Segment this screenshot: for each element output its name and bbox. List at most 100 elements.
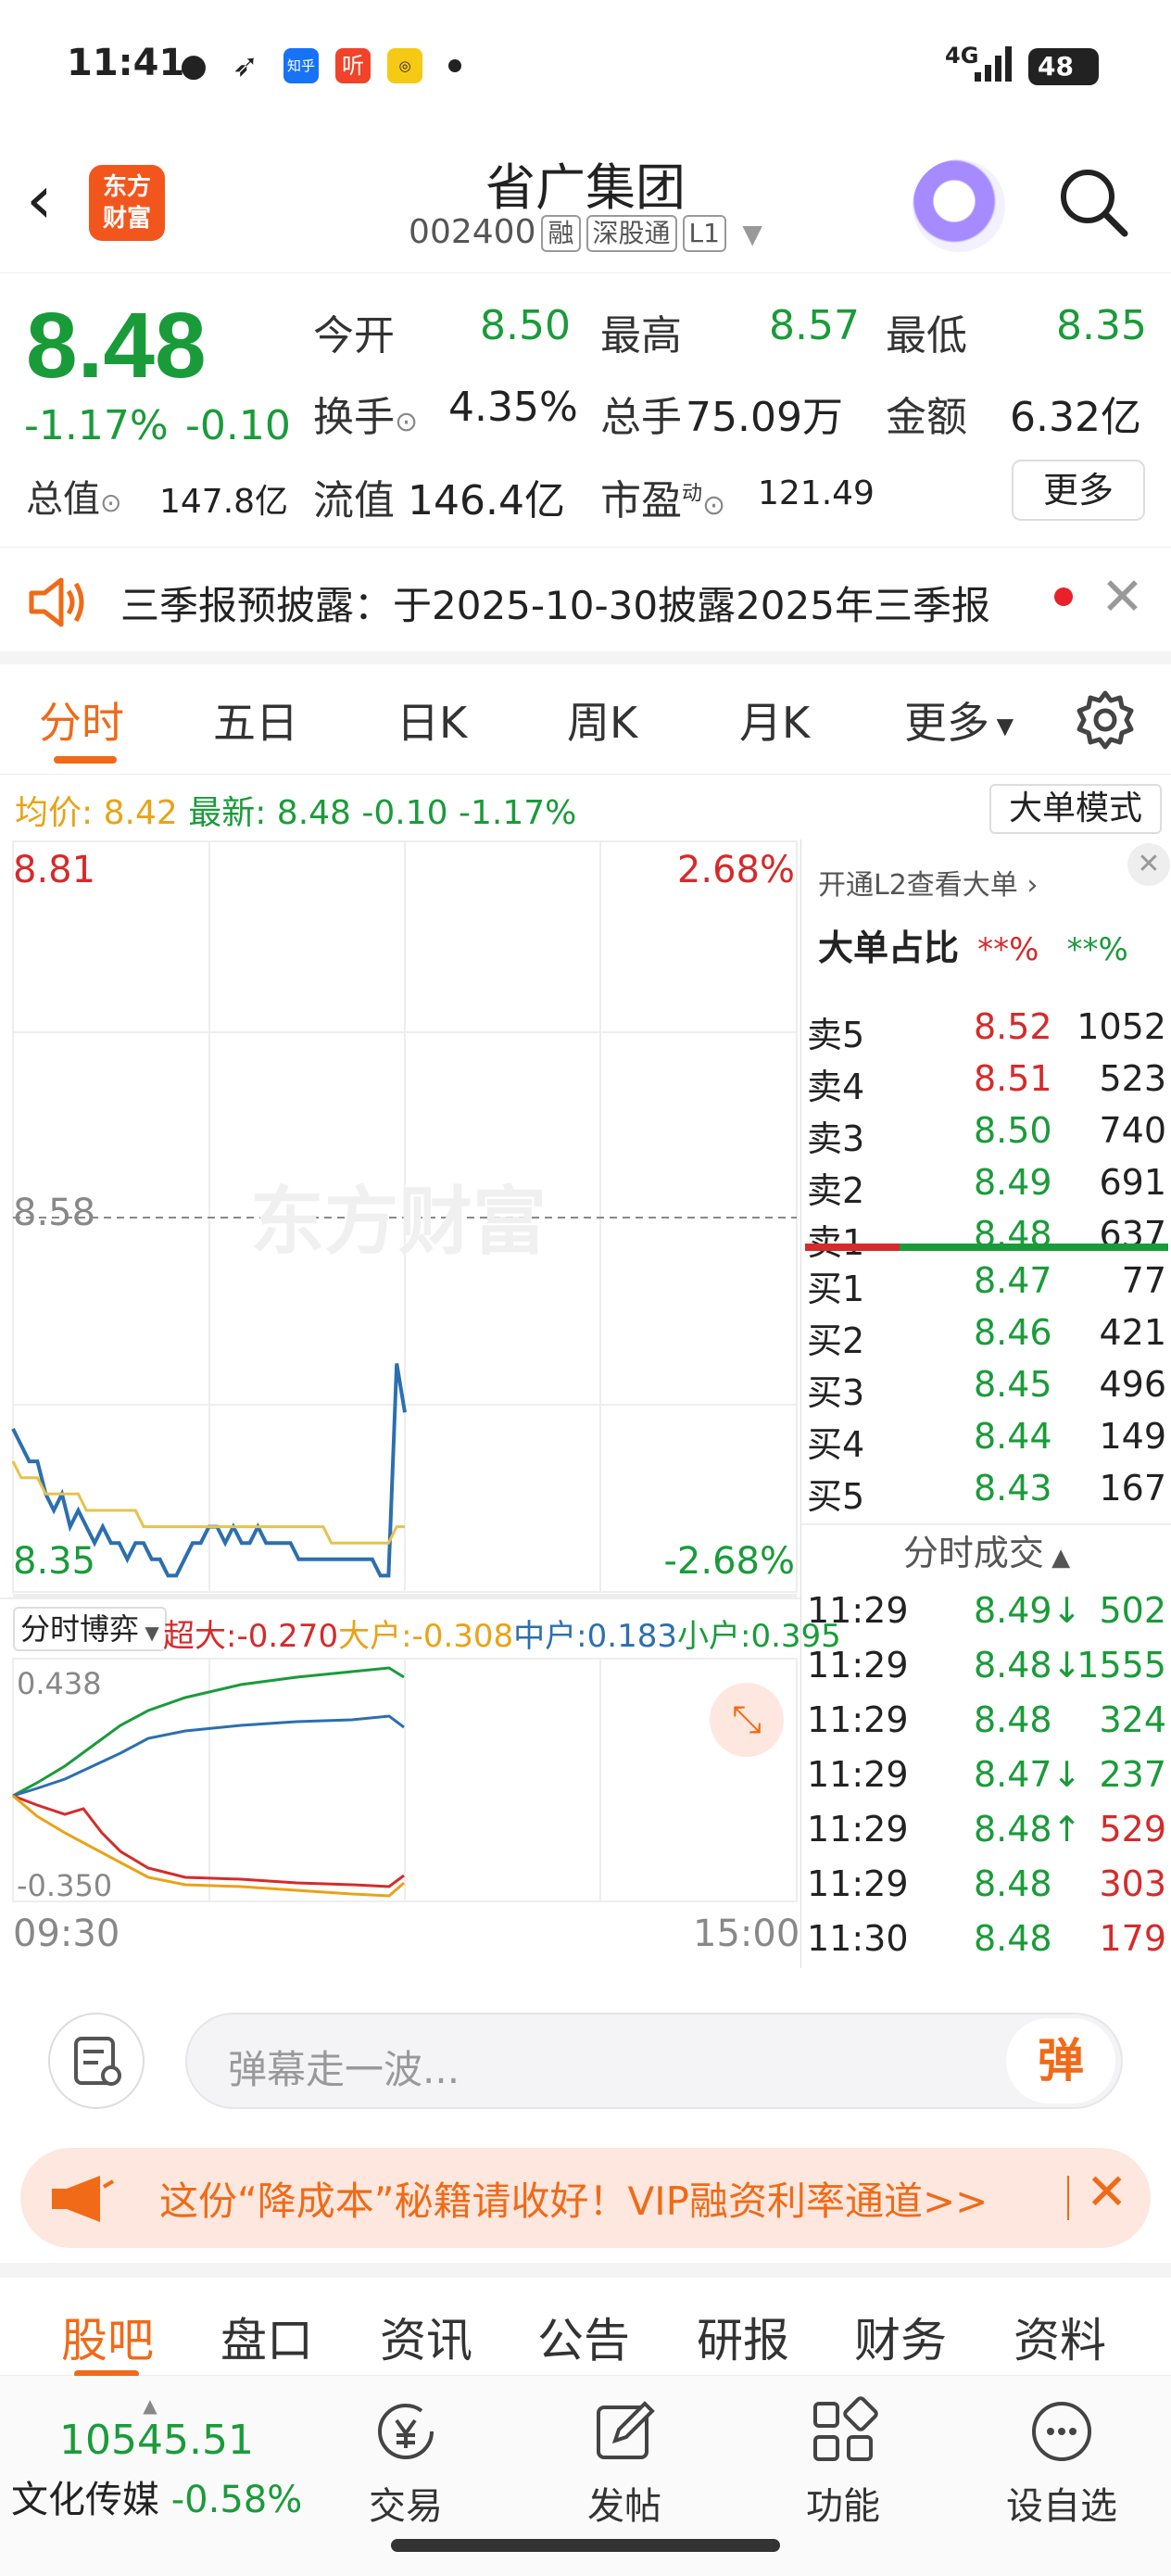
close-icon[interactable]: ✕ bbox=[1086, 2163, 1127, 2221]
bid-label: 买1 bbox=[807, 1269, 865, 1309]
bid-volume: 167 bbox=[1099, 1468, 1166, 1509]
current-price: 8.48 bbox=[26, 294, 207, 398]
close-icon[interactable]: ✕ bbox=[1127, 843, 1170, 886]
axis-pct-min: -2.68% bbox=[663, 1540, 795, 1583]
ask-label: 卖4 bbox=[807, 1067, 865, 1107]
ask-volume: 691 bbox=[1099, 1162, 1166, 1203]
feishu-icon: ➶ bbox=[232, 47, 259, 84]
sector-index[interactable]: ▲ 10545.51 文化传媒 -0.58% bbox=[11, 2394, 308, 2523]
speaker-icon bbox=[29, 577, 84, 627]
latest-price: 8.48 bbox=[276, 794, 351, 832]
ticks-header[interactable]: 分时成交 ▲ bbox=[801, 1523, 1171, 1583]
tab-intraday[interactable]: 分时 bbox=[39, 689, 124, 751]
danmu-list-icon[interactable] bbox=[48, 2013, 145, 2109]
flow-chart[interactable]: 0.438 -0.350 ⤡ bbox=[0, 1657, 800, 1907]
tab-five-day[interactable]: 五日 bbox=[213, 689, 298, 751]
search-icon[interactable] bbox=[1056, 165, 1130, 239]
more-button[interactable]: 更多 bbox=[1012, 460, 1145, 521]
tab-profile[interactable]: 资料 bbox=[1014, 2304, 1106, 2370]
tab-news[interactable]: 资讯 bbox=[380, 2304, 472, 2370]
tick-volume: 1555 bbox=[1077, 1645, 1166, 1686]
summary-text: 均价: 8.42 最新: 8.48 -0.10 -1.17% bbox=[15, 794, 577, 832]
l2-banner[interactable]: 开通L2查看大单 › bbox=[818, 862, 1038, 903]
signal-icon bbox=[975, 46, 1012, 82]
tab-guba[interactable]: 股吧 bbox=[61, 2304, 154, 2370]
chart-watermark: 东方财富 bbox=[250, 1179, 547, 1265]
axis-price-min: 8.35 bbox=[13, 1540, 96, 1583]
nav-watchlist[interactable]: 设自选 bbox=[978, 2394, 1145, 2530]
danmu-input[interactable]: 弹幕走一波... 弹 bbox=[185, 2013, 1123, 2109]
intraday-chart[interactable]: 东方财富 8.81 2.68% 8.58 8.35 -2.68% bbox=[0, 840, 800, 1597]
intraday-chart-svg: 东方财富 bbox=[11, 840, 798, 1597]
ask-row: 卖5 8.52 1052 bbox=[801, 1006, 1171, 1058]
tab-daily-k[interactable]: 日K bbox=[397, 689, 467, 751]
ask-label: 卖5 bbox=[807, 1015, 865, 1055]
promo-banner[interactable]: 这份“降成本”秘籍请收好！VIP融资利率通道>> ✕ bbox=[20, 2148, 1151, 2248]
tick-volume: 237 bbox=[1099, 1754, 1166, 1795]
stock-header: ‹ 东方 财富 省广集团 002400 融深股通 L1 ▼ bbox=[0, 139, 1171, 273]
bid-row: 买5 8.43 167 bbox=[801, 1468, 1171, 1520]
tab-monthly-k[interactable]: 月K bbox=[739, 689, 810, 751]
battery-icon: 48 bbox=[1028, 48, 1099, 85]
tick-row: 11:29 8.48 324 bbox=[801, 1699, 1171, 1751]
tick-time: 11:29 bbox=[807, 1590, 909, 1631]
ask-label: 卖2 bbox=[807, 1170, 865, 1211]
stock-code: 002400 bbox=[409, 213, 536, 251]
flow-legend: 超大:-0.270大户:-0.308中户:0.183小户:0.395 bbox=[163, 1618, 841, 1655]
expand-icon[interactable]: ⤡ bbox=[710, 1683, 784, 1757]
tick-time: 11:29 bbox=[807, 1699, 909, 1740]
float-label: 流值 bbox=[313, 477, 395, 524]
nav-post[interactable]: 发帖 bbox=[541, 2394, 708, 2530]
section-tabs: 股吧 盘口 资讯 公告 研报 财务 资料 bbox=[0, 2263, 1171, 2378]
edit-icon bbox=[597, 2401, 655, 2459]
assistant-robot-icon[interactable] bbox=[913, 159, 1005, 252]
tab-more[interactable]: 更多 ▼ bbox=[904, 689, 1014, 751]
tick-time: 11:29 bbox=[807, 1809, 909, 1850]
tab-announcement[interactable]: 公告 bbox=[537, 2304, 630, 2370]
nav-function[interactable]: 功能 bbox=[760, 2394, 926, 2530]
tick-row: 11:29 8.48 303 bbox=[801, 1863, 1171, 1915]
message-icon bbox=[74, 2037, 121, 2086]
amount-label: 金额 bbox=[886, 394, 967, 441]
flow-axis-max: 0.438 bbox=[17, 1666, 102, 1701]
mktcap-value: 147.8亿 bbox=[159, 483, 289, 521]
danmu-send-button[interactable]: 弹 bbox=[1006, 2018, 1115, 2103]
big-order-mode-button[interactable]: 大单模式 bbox=[989, 784, 1162, 834]
danmu-placeholder: 弹幕走一波... bbox=[228, 2047, 460, 2092]
time-start: 09:30 bbox=[13, 1913, 120, 1955]
status-time: 11:41 bbox=[67, 42, 185, 84]
index-name: 文化传媒 bbox=[11, 2479, 159, 2521]
turnover-value: 4.35% bbox=[448, 384, 578, 431]
tab-finance[interactable]: 财务 bbox=[854, 2304, 947, 2370]
flow-chart-svg bbox=[12, 1658, 798, 1902]
tick-time: 11:29 bbox=[807, 1754, 909, 1795]
ask-row: 卖4 8.51 523 bbox=[801, 1058, 1171, 1110]
mktcap-label: 总值⊙ bbox=[26, 478, 122, 521]
trade-yen-icon bbox=[378, 2404, 434, 2459]
flow-axis-min: -0.350 bbox=[17, 1868, 113, 1903]
nav-trade[interactable]: 交易 bbox=[322, 2394, 489, 2530]
tab-weekly-k[interactable]: 周K bbox=[567, 689, 637, 751]
pe-label: 市盈动⊙ bbox=[600, 477, 726, 524]
ask-price: 8.52 bbox=[974, 1006, 1052, 1047]
tab-pankou[interactable]: 盘口 bbox=[220, 2304, 313, 2370]
high-label: 最高 bbox=[600, 312, 682, 360]
dropdown-triangle-icon[interactable]: ▼ bbox=[742, 219, 762, 249]
ask-price: 8.50 bbox=[974, 1110, 1052, 1151]
low-label: 最低 bbox=[886, 312, 967, 360]
battery-level: 48 bbox=[1038, 51, 1074, 82]
flow-selector[interactable]: 分时博弈 ▼ bbox=[13, 1607, 167, 1651]
settings-gear-icon[interactable] bbox=[1075, 689, 1136, 751]
danmu-bar: 弹幕走一波... 弹 bbox=[0, 1974, 1171, 2129]
tick-price: 8.48 bbox=[974, 1918, 1052, 1959]
quote-panel: 8.48 -1.17% -0.10 今开 8.50 最高 8.57 最低 8.3… bbox=[0, 274, 1171, 548]
bid-volume: 421 bbox=[1099, 1312, 1166, 1353]
close-icon[interactable]: ✕ bbox=[1101, 567, 1144, 627]
low-value: 8.35 bbox=[1056, 302, 1147, 349]
tab-research[interactable]: 研报 bbox=[697, 2304, 789, 2370]
dropdown-triangle-icon: ▼ bbox=[989, 713, 1014, 739]
bid-price: 8.45 bbox=[974, 1364, 1052, 1405]
home-indicator[interactable] bbox=[391, 2539, 780, 2552]
turnover-label: 换手⊙ bbox=[313, 394, 419, 441]
notice-bar[interactable]: 三季报预披露：于2025-10-30披露2025年三季报 ✕ bbox=[0, 549, 1171, 664]
